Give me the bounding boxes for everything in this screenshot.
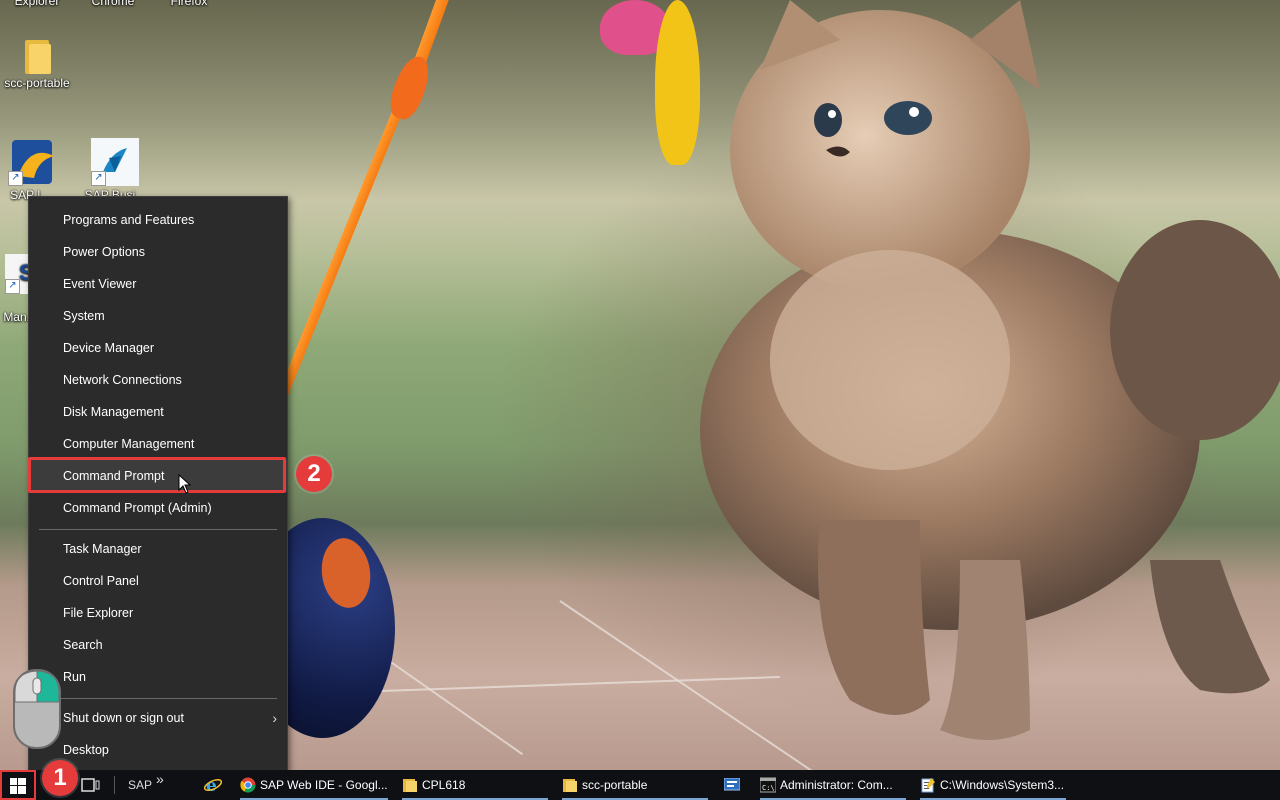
- menu-item-label: Device Manager: [63, 341, 155, 355]
- windows-logo-icon: [10, 778, 26, 794]
- icon-label: Explorer: [14, 0, 60, 8]
- desktop-label-explorer[interactable]: Explorer: [0, 0, 74, 8]
- taskbar-button-scc-portable[interactable]: scc-portable: [562, 770, 708, 800]
- menu-item-programs-and-features[interactable]: Programs and Features: [29, 204, 287, 236]
- task-view-icon[interactable]: [80, 770, 102, 800]
- menu-item-file-explorer[interactable]: File Explorer: [29, 597, 287, 629]
- menu-item-computer-management[interactable]: Computer Management: [29, 428, 287, 460]
- menu-item-label: Desktop: [63, 743, 109, 757]
- desktop-icon-sap-logon[interactable]: ↗ SAP L...: [0, 138, 64, 202]
- chevron-right-icon: ›: [272, 710, 277, 726]
- annotation-step-2-badge: 2: [296, 456, 332, 492]
- left-click-mouse-icon: [13, 669, 61, 749]
- internet-explorer-icon[interactable]: e: [204, 770, 224, 800]
- icon-label: scc-portable: [4, 76, 70, 90]
- icon-label: Firefox: [170, 0, 208, 8]
- menu-item-disk-management[interactable]: Disk Management: [29, 396, 287, 428]
- start-button[interactable]: [0, 770, 36, 800]
- menu-item-shut-down-or-sign-out[interactable]: Shut down or sign out ›: [29, 702, 287, 734]
- menu-item-task-manager[interactable]: Task Manager: [29, 533, 287, 565]
- menu-item-label: System: [63, 309, 105, 323]
- taskbar: SAP » e SAP Web IDE - Googl... CPL618 sc…: [0, 770, 1280, 800]
- menu-item-run[interactable]: Run: [29, 661, 287, 693]
- menu-item-power-options[interactable]: Power Options: [29, 236, 287, 268]
- annotation-highlight-box: [28, 457, 286, 493]
- icon-label: Chrome: [91, 0, 135, 8]
- menu-item-label: Command Prompt (Admin): [63, 501, 212, 515]
- shortcut-arrow-icon: ↗: [91, 171, 106, 186]
- desktop-icon-sap-business[interactable]: ↗ SAP Busi...: [78, 138, 152, 202]
- menu-item-system[interactable]: System: [29, 300, 287, 332]
- desktop-label-firefox[interactable]: Firefox: [152, 0, 226, 8]
- menu-item-label: Power Options: [63, 245, 145, 259]
- folder-icon: [563, 779, 577, 792]
- cmd-icon: C:\: [760, 777, 776, 793]
- menu-separator: [39, 529, 277, 530]
- menu-item-label: Task Manager: [63, 542, 142, 556]
- sap-logon-icon: ↗: [8, 138, 56, 186]
- menu-item-label: Search: [63, 638, 103, 652]
- taskbar-button-label: SAP Web IDE - Googl...: [260, 778, 388, 792]
- menu-item-label: Network Connections: [63, 373, 182, 387]
- menu-item-network-connections[interactable]: Network Connections: [29, 364, 287, 396]
- toolbar-overflow-chevron-icon[interactable]: »: [156, 764, 164, 794]
- toolbar-divider: [114, 770, 116, 800]
- shortcut-arrow-icon: ↗: [5, 279, 20, 294]
- menu-item-command-prompt-admin[interactable]: Command Prompt (Admin): [29, 492, 287, 524]
- menu-item-control-panel[interactable]: Control Panel: [29, 565, 287, 597]
- menu-separator: [39, 698, 277, 699]
- shortcut-arrow-icon: ↗: [8, 171, 23, 186]
- menu-item-label: Run: [63, 670, 86, 684]
- menu-item-label: Shut down or sign out: [63, 711, 184, 725]
- sap-toolbar-label[interactable]: SAP: [128, 770, 152, 800]
- menu-item-label: Control Panel: [63, 574, 139, 588]
- menu-item-label: Computer Management: [63, 437, 195, 451]
- menu-item-event-viewer[interactable]: Event Viewer: [29, 268, 287, 300]
- menu-item-label: Programs and Features: [63, 213, 195, 227]
- mouse-pointer-icon: [178, 474, 192, 494]
- folder-icon: [23, 38, 51, 74]
- taskbar-button-label: CPL618: [422, 778, 466, 792]
- menu-item-label: Disk Management: [63, 405, 164, 419]
- menu-item-device-manager[interactable]: Device Manager: [29, 332, 287, 364]
- menu-item-label: Event Viewer: [63, 277, 137, 291]
- taskbar-button-notepad[interactable]: C:\Windows\System3...: [920, 770, 1066, 800]
- taskbar-button-cpl618[interactable]: CPL618: [402, 770, 548, 800]
- menu-item-label: File Explorer: [63, 606, 134, 620]
- taskbar-button-label: scc-portable: [582, 778, 648, 792]
- notepad-icon: [921, 778, 935, 793]
- taskbar-button-label: C:\Windows\System3...: [940, 778, 1065, 792]
- menu-item-search[interactable]: Search: [29, 629, 287, 661]
- taskbar-button-label: Administrator: Com...: [780, 778, 893, 792]
- desktop-icon-scc-portable[interactable]: scc-portable: [0, 38, 74, 90]
- svg-text:C:\: C:\: [762, 784, 775, 792]
- kitten-image: [700, 0, 1280, 740]
- taskbar-button-chrome[interactable]: SAP Web IDE - Googl...: [240, 770, 388, 800]
- floor-line: [374, 650, 524, 756]
- annotation-step-1-badge: 1: [42, 760, 78, 796]
- taskbar-button-admin-command-prompt[interactable]: C:\ Administrator: Com...: [760, 770, 906, 800]
- chrome-icon: [240, 777, 256, 793]
- pinned-app-icon[interactable]: [724, 770, 744, 800]
- folder-icon: [403, 779, 417, 792]
- sap-business-icon: ↗: [91, 138, 139, 186]
- desktop-label-chrome[interactable]: Chrome: [76, 0, 150, 8]
- svg-text:e: e: [206, 776, 217, 794]
